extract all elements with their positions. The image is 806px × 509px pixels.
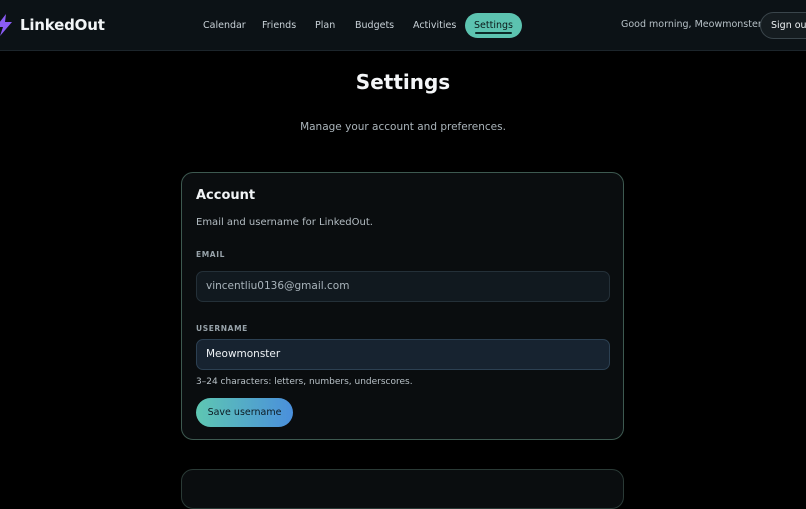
account-card-description: Email and username for LinkedOut. [196,217,373,228]
email-field[interactable]: vincentliu0136@gmail.com [196,271,610,302]
brand-name[interactable]: LinkedOut [20,16,105,34]
username-hint: 3–24 characters: letters, numbers, under… [196,377,413,387]
nav-item-plan[interactable]: Plan [315,13,335,38]
page-title: Settings [355,70,451,94]
email-label: EMAIL [196,250,225,259]
account-card: Account Email and username for LinkedOut… [181,172,624,440]
nav-item-activities[interactable]: Activities [413,13,456,38]
page-subtitle: Manage your account and preferences. [300,121,506,133]
nav-item-budgets[interactable]: Budgets [355,13,394,38]
nav-item-calendar[interactable]: Calendar [203,13,246,38]
account-card-title: Account [196,188,256,203]
top-navigation-bar: LinkedOut Calendar Friends Plan Budgets … [0,0,806,51]
nav-item-friends[interactable]: Friends [262,13,296,38]
greeting-text: Good morning, Meowmonster [621,19,762,30]
active-tab-indicator [475,32,512,34]
username-field[interactable]: Meowmonster [196,339,610,370]
nav-item-settings[interactable]: Settings [465,13,522,38]
next-settings-card [181,469,624,509]
sign-out-button[interactable]: Sign out [760,12,806,39]
username-label: USERNAME [196,324,248,333]
save-username-button[interactable]: Save username [196,398,293,427]
nav-item-settings-label: Settings [474,20,513,31]
lightning-bolt-icon[interactable] [0,14,12,36]
